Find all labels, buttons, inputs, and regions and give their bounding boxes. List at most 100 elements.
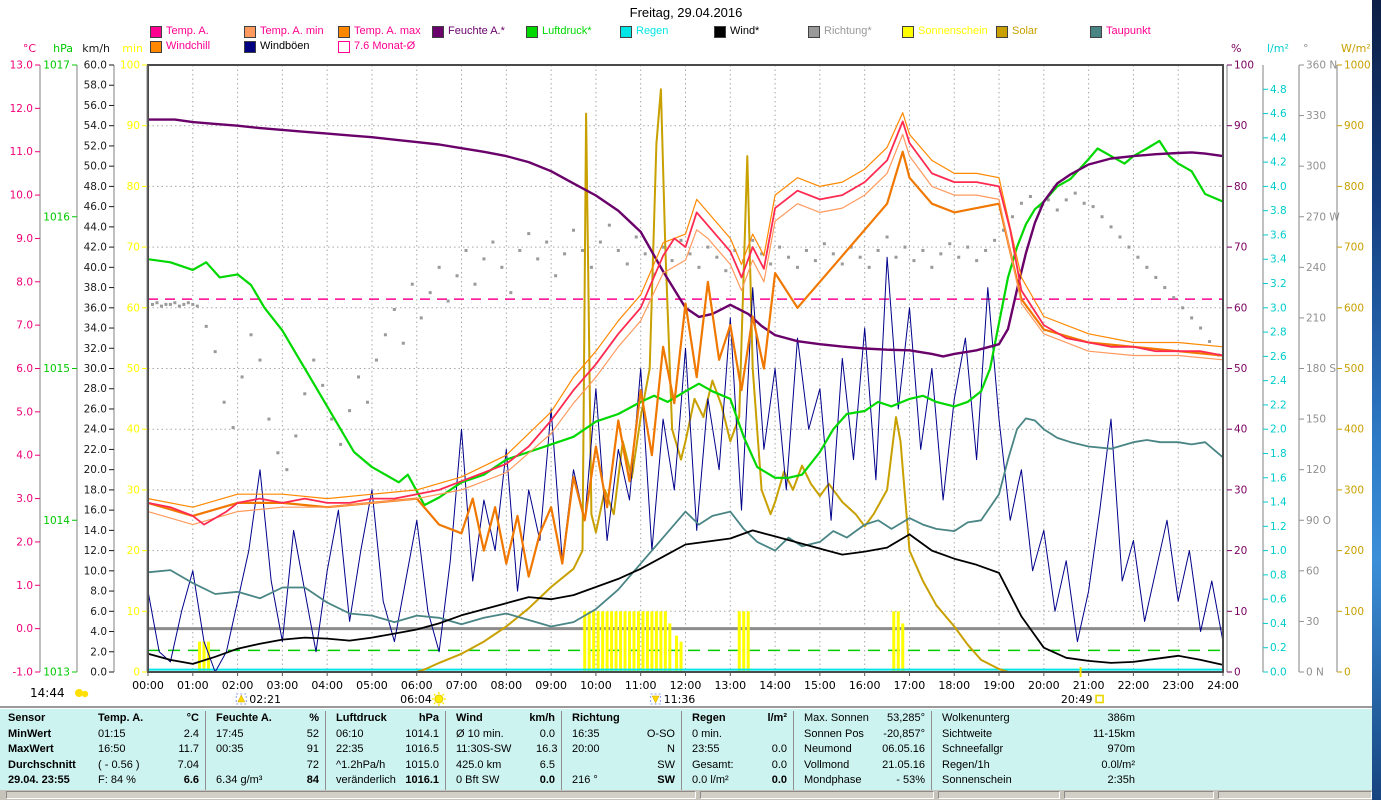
x-axis-label: 11:00 — [625, 679, 657, 692]
x-axis-label: 17:00 — [894, 679, 926, 692]
weather-chart: -1.0 0.0 1.0 2.0 3.0 4.0 5.0 6.0 7.0 8.0 9.0 10.0 11… — [10, 42, 1371, 706]
direction-dot — [1181, 306, 1185, 310]
axis-tick-label: 1.0 — [1270, 545, 1287, 557]
legend-swatch-icon — [620, 25, 632, 38]
axis-tick-label: 500 — [1344, 363, 1364, 375]
legend-label: 7.6 Monat-Ø — [354, 40, 416, 52]
direction-dot — [1208, 340, 1212, 344]
table-cell: 2.4 — [183, 727, 199, 740]
direction-dot — [957, 255, 961, 259]
x-axis-label: 09:00 — [535, 679, 567, 692]
axis-tick-label: 44.0 — [84, 221, 107, 233]
sunshine-bar — [654, 611, 658, 672]
axis-tick-label: 11.0 — [10, 146, 33, 158]
axis-tick-label: 46.0 — [84, 201, 107, 213]
axis-tick-label: 1016 — [43, 211, 70, 223]
table-cell-row: Ø 10 min. 0.0 — [446, 727, 561, 743]
direction-dot — [276, 451, 280, 455]
legend-item: Windböen — [244, 39, 336, 54]
sunshine-bar — [628, 611, 632, 672]
direction-dot — [778, 245, 782, 249]
legend-label: Regen — [636, 25, 669, 37]
direction-dot — [500, 265, 504, 269]
sunshine-bar — [596, 611, 600, 672]
table-cell: 1016.1 — [405, 774, 439, 786]
direction-dot — [249, 333, 253, 337]
axis-tick-label: 100 — [120, 60, 140, 72]
table-cell: SW — [657, 758, 675, 771]
table-row-label: MaxWert — [8, 743, 54, 755]
table-cell: Temp. A. — [98, 712, 144, 724]
axis-tick-label: 4.0 — [16, 450, 33, 462]
legend-label: Temp. A. max — [354, 25, 421, 37]
table-cell: - 53% — [896, 774, 925, 786]
direction-dot — [321, 383, 325, 387]
direction-dot — [993, 238, 997, 242]
direction-dot — [365, 400, 369, 404]
table-cell-row: Feuchte A.% — [206, 711, 325, 727]
axis-tick-label: 34.0 — [84, 323, 107, 335]
table-cell: O-SO — [646, 727, 675, 740]
status-bar-segment — [700, 791, 934, 799]
table-cell: 11:30 — [456, 743, 483, 755]
legend: Temp. A. Temp. A. min Temp. A. max Feuchte … — [150, 24, 1184, 54]
axis-tick-label: 50 — [127, 363, 140, 375]
sunshine-bar — [614, 611, 618, 672]
direction-dot — [419, 316, 423, 320]
table-cell: 16:50 — [98, 743, 126, 755]
table-cell: Richtung — [572, 712, 620, 724]
legend-swatch-icon — [902, 25, 914, 38]
direction-dot — [921, 248, 925, 252]
direction-dot — [518, 248, 522, 252]
table-cell: Wolkenunterg — [942, 712, 1010, 724]
sunshine-bar — [619, 611, 623, 672]
axis-tick-label: 60 — [1234, 302, 1247, 314]
axis-tick-label: 2.2 — [1270, 399, 1287, 411]
axis-tick-label: 0.0 — [1270, 667, 1287, 679]
direction-dot — [231, 426, 235, 430]
axis-tick-label: 18.0 — [84, 484, 107, 496]
axis-tick-label: 200 — [1344, 545, 1364, 557]
direction-dot — [580, 248, 584, 252]
direction-dot — [634, 235, 638, 239]
direction-dot — [1082, 201, 1086, 205]
table-cell: 06:10 — [336, 727, 364, 740]
direction-dot — [948, 242, 952, 246]
direction-dot — [1073, 191, 1077, 195]
direction-dot — [831, 252, 835, 256]
table-cell: 06.05.16 — [882, 743, 925, 755]
table-cell-row: Gesamt: 0.0 — [682, 758, 793, 774]
axis-tick-label: 4.4 — [1270, 132, 1287, 144]
x-axis-label: 04:00 — [311, 679, 343, 692]
table-column: Richtung 16:35 O-SO 20:00 N SW 216 ° SW — [561, 711, 681, 790]
axis-tick-label: 54.0 — [84, 120, 107, 132]
direction-dot — [912, 259, 916, 263]
sunshine-bar — [896, 611, 900, 672]
axis-tick-label: 1.2 — [1270, 521, 1287, 533]
axis-tick-label: -1.0 — [13, 667, 34, 679]
direction-dot — [155, 301, 159, 305]
sunshine-bar — [668, 623, 672, 672]
direction-dot — [1199, 326, 1203, 330]
axis-tick-label: 60 — [1306, 565, 1319, 577]
table-cell-row: 16:35 O-SO — [562, 727, 681, 743]
legend-label: Solar — [1012, 25, 1038, 37]
axis-tick-label: 2.0 — [16, 536, 33, 548]
table-cell: 216 ° — [572, 774, 598, 786]
table-cell-row: 216 ° SW — [562, 773, 681, 789]
table-cell-row: 425.0 km 6.5 — [446, 758, 561, 774]
axis-tick-label: 90 O — [1306, 515, 1331, 527]
axis-tick-label: 0.4 — [1270, 618, 1287, 630]
direction-dot — [240, 375, 244, 379]
axis-tick-label: 10 — [1234, 606, 1247, 618]
table-cell: 00:35 — [216, 743, 244, 755]
direction-dot — [867, 265, 871, 269]
axis-tick-label: 6.0 — [90, 606, 107, 618]
direction-dot — [1064, 198, 1068, 202]
axis-tick-label: 50 — [1234, 363, 1247, 375]
direction-dot — [1055, 208, 1059, 212]
sunrise-icon-ray — [433, 693, 436, 696]
legend-label: Temp. A. — [166, 25, 209, 37]
sunshine-bar — [663, 611, 667, 672]
legend-row: Windchill Windböen 7.6 Monat-Ø — [150, 39, 1184, 54]
